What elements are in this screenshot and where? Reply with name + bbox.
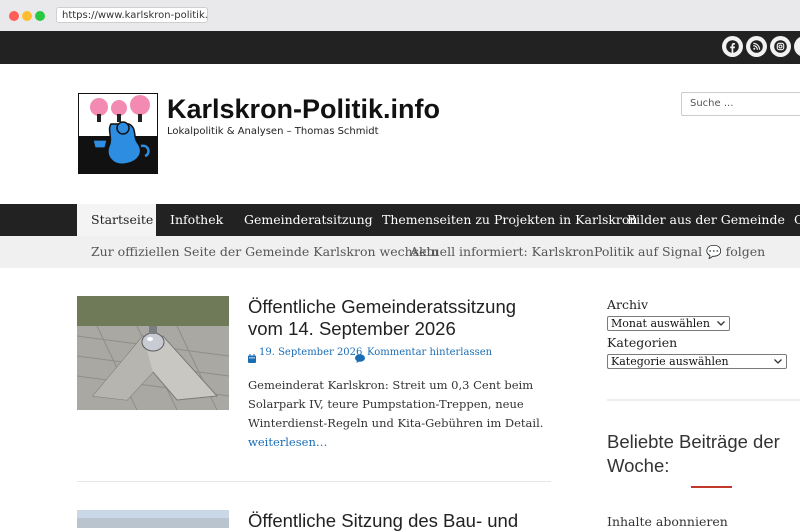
instagram-icon[interactable] — [770, 36, 791, 57]
post-divider — [77, 481, 551, 482]
archive-select[interactable]: Monat auswählen — [607, 316, 730, 331]
close-window-button[interactable] — [9, 11, 19, 21]
site-title[interactable]: Karlskron-Politik.info — [167, 93, 440, 125]
minimize-window-button[interactable] — [22, 11, 32, 21]
post-thumbnail-2[interactable] — [77, 510, 229, 528]
top-bar — [0, 31, 800, 64]
chevron-down-icon — [717, 321, 725, 326]
post-title-line-2[interactable]: vom 14. September 2026 — [248, 318, 456, 340]
widget-title-underline — [691, 486, 732, 488]
categories-select-value: Kategorie auswählen — [611, 355, 729, 368]
maximize-window-button[interactable] — [35, 11, 45, 21]
archive-select-value: Monat auswählen — [611, 317, 710, 330]
nav-item-gemeinderatsitzung[interactable]: Gemeinderatsitzung — [244, 204, 373, 236]
sidebar-divider — [607, 399, 800, 401]
comment-icon — [355, 348, 365, 367]
site-logo[interactable] — [78, 93, 158, 174]
site-tagline: Lokalpolitik & Analysen – Thomas Schmidt — [167, 126, 379, 137]
post-excerpt: Gemeinderat Karlskron: Streit um 0,3 Cen… — [248, 378, 544, 449]
facebook-icon[interactable] — [722, 36, 743, 57]
address-bar[interactable]: https://www.karlskron-politik.info/ — [56, 7, 208, 23]
read-more-link[interactable]: weiterlesen… — [248, 435, 327, 449]
subscribe-label: Inhalte abonnieren — [607, 514, 728, 529]
post-date[interactable]: 19. September 2026 — [259, 347, 362, 358]
categories-select[interactable]: Kategorie auswählen — [607, 354, 787, 369]
subnav-item-signal-link[interactable]: Aktuell informiert: KarlskronPolitik auf… — [410, 236, 765, 268]
categories-label: Kategorien — [607, 335, 678, 350]
subnav-item-gemeinde-link[interactable]: Zur offiziellen Seite der Gemeinde Karls… — [91, 236, 439, 268]
nav-item-more[interactable]: G — [794, 204, 800, 236]
post-title-line-1[interactable]: Öffentliche Gemeinderatssitzung — [248, 296, 516, 318]
chevron-down-icon — [774, 359, 782, 364]
nav-item-infothek[interactable]: Infothek — [170, 204, 223, 236]
rss-icon[interactable] — [746, 36, 767, 57]
post-title-2[interactable]: Öffentliche Sitzung des Bau- und — [248, 510, 518, 532]
archive-label: Archiv — [607, 297, 649, 312]
nav-item-bilder[interactable]: Bilder aus der Gemeinde — [627, 204, 785, 236]
nav-item-themenseiten[interactable]: Themenseiten zu Projekten in Karlskron — [382, 204, 637, 236]
calendar-icon — [248, 348, 256, 367]
post-thumbnail[interactable] — [76, 296, 230, 411]
search-input[interactable]: Suche ... — [681, 92, 800, 116]
nav-item-startseite[interactable]: Startseite — [91, 204, 153, 236]
post-comment-link[interactable]: Kommentar hinterlassen — [367, 347, 492, 358]
popular-posts-title: Beliebte Beiträge der Woche: — [607, 431, 780, 476]
